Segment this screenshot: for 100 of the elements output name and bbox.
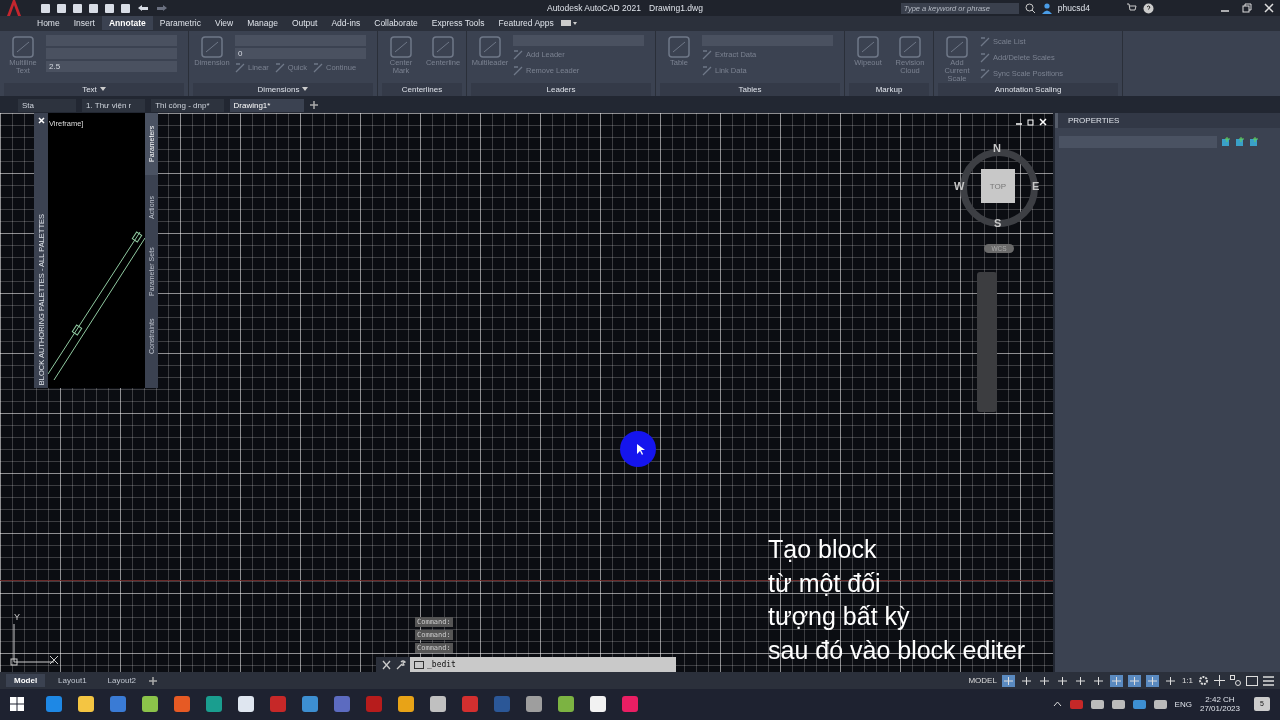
model-space-button[interactable]: MODEL [968, 676, 997, 685]
restore-icon[interactable] [1027, 118, 1035, 127]
input-language[interactable]: ENG [1174, 699, 1192, 709]
app-icon[interactable] [238, 696, 254, 713]
tool-icon [702, 65, 712, 76]
menu-icon[interactable] [1263, 675, 1274, 686]
tray-icon[interactable] [1090, 698, 1104, 710]
caret-icon[interactable] [302, 87, 309, 92]
ribbon-tab[interactable]: Output [284, 16, 325, 31]
user-icon[interactable] [1041, 2, 1052, 14]
caption-line: sau đó vào block editer [768, 634, 1026, 666]
layout-tab[interactable]: Layout2 [99, 674, 145, 687]
toolbar-icon[interactable] [88, 2, 99, 14]
close-icon[interactable] [1264, 3, 1274, 13]
app-icon[interactable] [590, 696, 606, 713]
ribbon-tab[interactable]: Insert [66, 16, 102, 31]
ribbon-tab[interactable]: Parametric [152, 16, 208, 31]
status-toggle-icon[interactable] [1001, 674, 1015, 687]
search-icon[interactable] [1024, 2, 1036, 14]
status-toggle-icon[interactable] [1127, 674, 1141, 687]
status-toggle-icon[interactable] [1163, 674, 1177, 687]
toolbar-icon[interactable] [40, 2, 51, 14]
toolbar-icon[interactable] [72, 2, 83, 14]
compass-label[interactable]: N [993, 142, 1001, 155]
app-icon[interactable] [78, 696, 94, 713]
restore-icon[interactable] [1242, 3, 1252, 13]
tool-icon [10, 34, 36, 59]
select-objects-icon[interactable] [1221, 137, 1231, 148]
ribbon-tab[interactable]: Annotate [101, 16, 153, 31]
layout-tab[interactable]: Model [6, 674, 46, 687]
ucs-axes-icon [10, 622, 60, 667]
toolbar-icon[interactable] [104, 2, 115, 14]
add-layout-icon[interactable] [149, 676, 158, 685]
panel-title[interactable]: Text [82, 84, 97, 94]
chevron-icon[interactable] [1052, 701, 1062, 708]
select-objects-icon[interactable] [1249, 137, 1259, 148]
toolbar-icon[interactable] [120, 2, 131, 14]
tool-icon [897, 34, 923, 59]
settings-icon[interactable] [1198, 675, 1209, 686]
command-line-field[interactable]: _bedit [410, 657, 676, 673]
tool-icon [666, 34, 692, 59]
document-tab[interactable]: 1. Thư viện r [82, 98, 146, 112]
windows-start-icon[interactable] [10, 697, 24, 712]
status-toggle-icon[interactable] [1091, 674, 1105, 687]
tray-icon[interactable] [1132, 698, 1146, 710]
select-objects-icon[interactable] [1235, 137, 1245, 148]
status-toggle-icon[interactable] [1055, 674, 1069, 687]
dropdown-field[interactable]: 2.5 [46, 60, 177, 72]
toolbar-icon[interactable] [56, 2, 67, 14]
compass-label[interactable]: W [954, 180, 965, 193]
drawing-canvas[interactable] [0, 113, 1053, 673]
plus-icon[interactable] [1214, 675, 1225, 686]
dropdown-field[interactable]: 0 [235, 47, 366, 59]
panel-toggle-icon[interactable] [560, 19, 577, 28]
status-toggle-icon[interactable] [1109, 674, 1123, 687]
document-tab[interactable]: Drawing1* [229, 98, 304, 112]
redo-icon[interactable] [155, 2, 169, 14]
caret-icon[interactable] [99, 87, 106, 92]
clock-date[interactable]: 27/01/2023 [1199, 704, 1240, 714]
caption-line: tượng bất kỳ [768, 601, 911, 633]
user-name[interactable]: phucsd4 [1057, 3, 1090, 13]
panel-title[interactable]: Dimensions [257, 84, 300, 94]
app-icon[interactable] [398, 696, 414, 713]
status-toggle-icon[interactable] [1073, 674, 1087, 687]
tool-icon [980, 68, 990, 79]
help-icon[interactable] [1143, 2, 1154, 14]
tray-icon[interactable] [1153, 698, 1167, 710]
status-toggle-icon[interactable] [1037, 674, 1051, 687]
fullscreen-icon[interactable] [1246, 675, 1258, 686]
tray-icon[interactable] [1111, 698, 1125, 710]
tool-icon [513, 49, 523, 60]
app-icon[interactable] [430, 696, 446, 713]
compass-label[interactable]: E [1032, 180, 1040, 193]
add-tab-icon[interactable] [309, 101, 318, 110]
panel-title[interactable]: Tables [738, 84, 762, 94]
ribbon-tab[interactable]: Collaborate [367, 16, 425, 31]
status-toggle-icon[interactable] [1019, 674, 1033, 687]
ribbon-tab[interactable]: Express Tools [424, 16, 492, 31]
app-icon[interactable] [142, 696, 158, 713]
panel-title[interactable]: Leaders [546, 84, 576, 94]
app-icon[interactable] [558, 696, 574, 713]
ribbon-tab[interactable]: Featured Apps [491, 16, 561, 31]
app-logo-icon[interactable] [6, 0, 22, 16]
shapes-icon[interactable] [1230, 675, 1241, 686]
annotation-scale-button[interactable]: 1:1 [1181, 676, 1193, 685]
ribbon-tab[interactable]: View [207, 16, 241, 31]
compass-label[interactable]: S [994, 217, 1002, 230]
ribbon-tab[interactable]: Add-ins [324, 16, 368, 31]
wrench-icon[interactable] [396, 659, 406, 670]
document-tab[interactable]: Thi công - dnp* [151, 98, 224, 112]
cart-icon[interactable] [1126, 3, 1137, 13]
document-tab[interactable]: Sta [18, 98, 76, 112]
close-icon[interactable] [380, 659, 392, 670]
app-icon[interactable] [526, 696, 542, 713]
status-toggle-icon[interactable] [1145, 674, 1159, 687]
undo-icon[interactable] [136, 2, 150, 14]
ribbon-tab[interactable]: Home [30, 16, 67, 31]
ribbon-tab[interactable]: Manage [240, 16, 285, 31]
clock-time[interactable]: 2:42 CH [1205, 695, 1235, 705]
layout-tab[interactable]: Layout1 [50, 674, 95, 687]
